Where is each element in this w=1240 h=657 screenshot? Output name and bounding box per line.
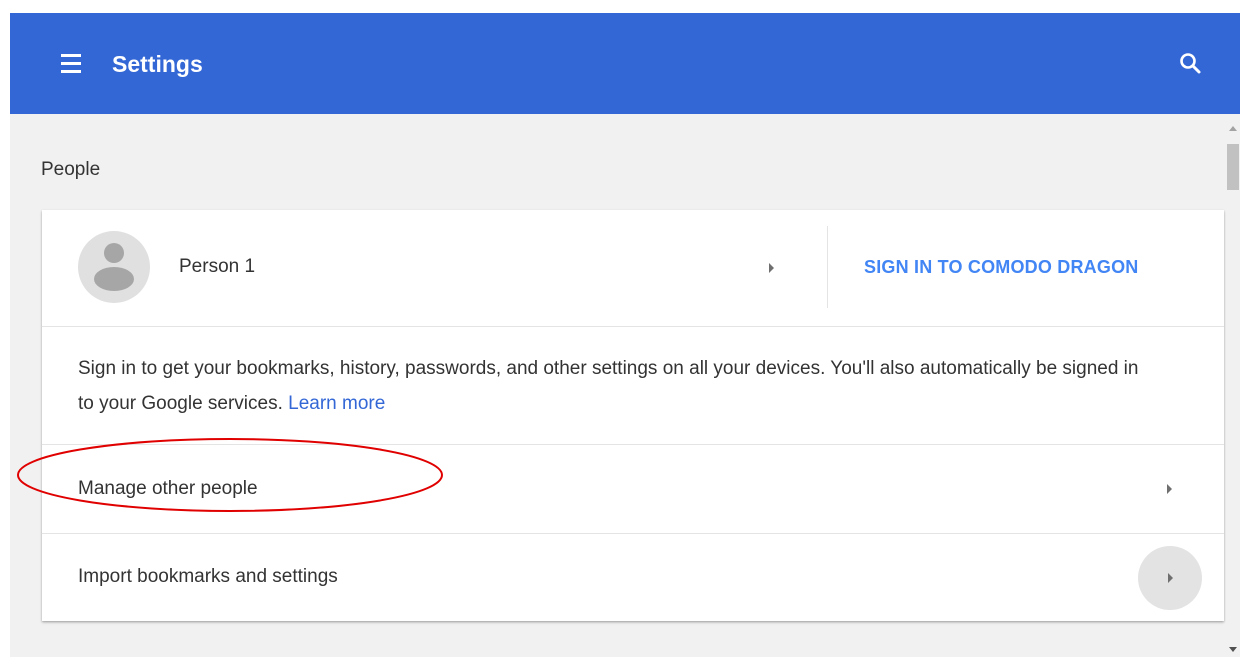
import-bookmarks-row[interactable]: Import bookmarks and settings	[42, 534, 1224, 621]
sign-in-description-text: Sign in to get your bookmarks, history, …	[78, 358, 1139, 414]
import-bookmarks-label: Import bookmarks and settings	[78, 566, 338, 587]
divider	[827, 226, 828, 308]
sign-in-description: Sign in to get your bookmarks, history, …	[78, 351, 1158, 421]
hamburger-menu-icon[interactable]	[58, 54, 84, 74]
scroll-up-arrow-icon[interactable]	[1229, 126, 1237, 131]
profile-name[interactable]: Person 1	[179, 255, 255, 279]
scroll-down-arrow-icon[interactable]	[1229, 647, 1237, 652]
page-title: Settings	[112, 51, 203, 77]
sign-in-description-row: Sign in to get your bookmarks, history, …	[42, 327, 1224, 445]
people-card: Person 1 SIGN IN TO COMODO DRAGON Sign i…	[42, 210, 1224, 621]
sign-in-button[interactable]: SIGN IN TO COMODO DRAGON	[864, 254, 1138, 280]
scrollbar-thumb[interactable]	[1227, 144, 1239, 190]
chevron-right-icon	[1168, 573, 1173, 583]
section-title-people: People	[41, 159, 101, 180]
search-icon[interactable]	[1177, 50, 1205, 78]
chevron-right-icon	[1167, 484, 1172, 494]
default-avatar-icon	[78, 231, 150, 303]
manage-other-people-label: Manage other people	[78, 478, 258, 499]
scrollbar[interactable]	[1226, 114, 1240, 657]
import-bookmarks-button[interactable]	[1138, 546, 1202, 610]
profile-row: Person 1 SIGN IN TO COMODO DRAGON	[42, 210, 1224, 327]
manage-other-people-row[interactable]: Manage other people	[42, 445, 1224, 534]
chevron-right-icon[interactable]	[769, 263, 774, 273]
settings-content: People Person 1 SIGN IN TO COMODO DRAGON…	[10, 114, 1226, 657]
app-bar: Settings	[10, 13, 1240, 114]
learn-more-link[interactable]: Learn more	[288, 393, 385, 414]
